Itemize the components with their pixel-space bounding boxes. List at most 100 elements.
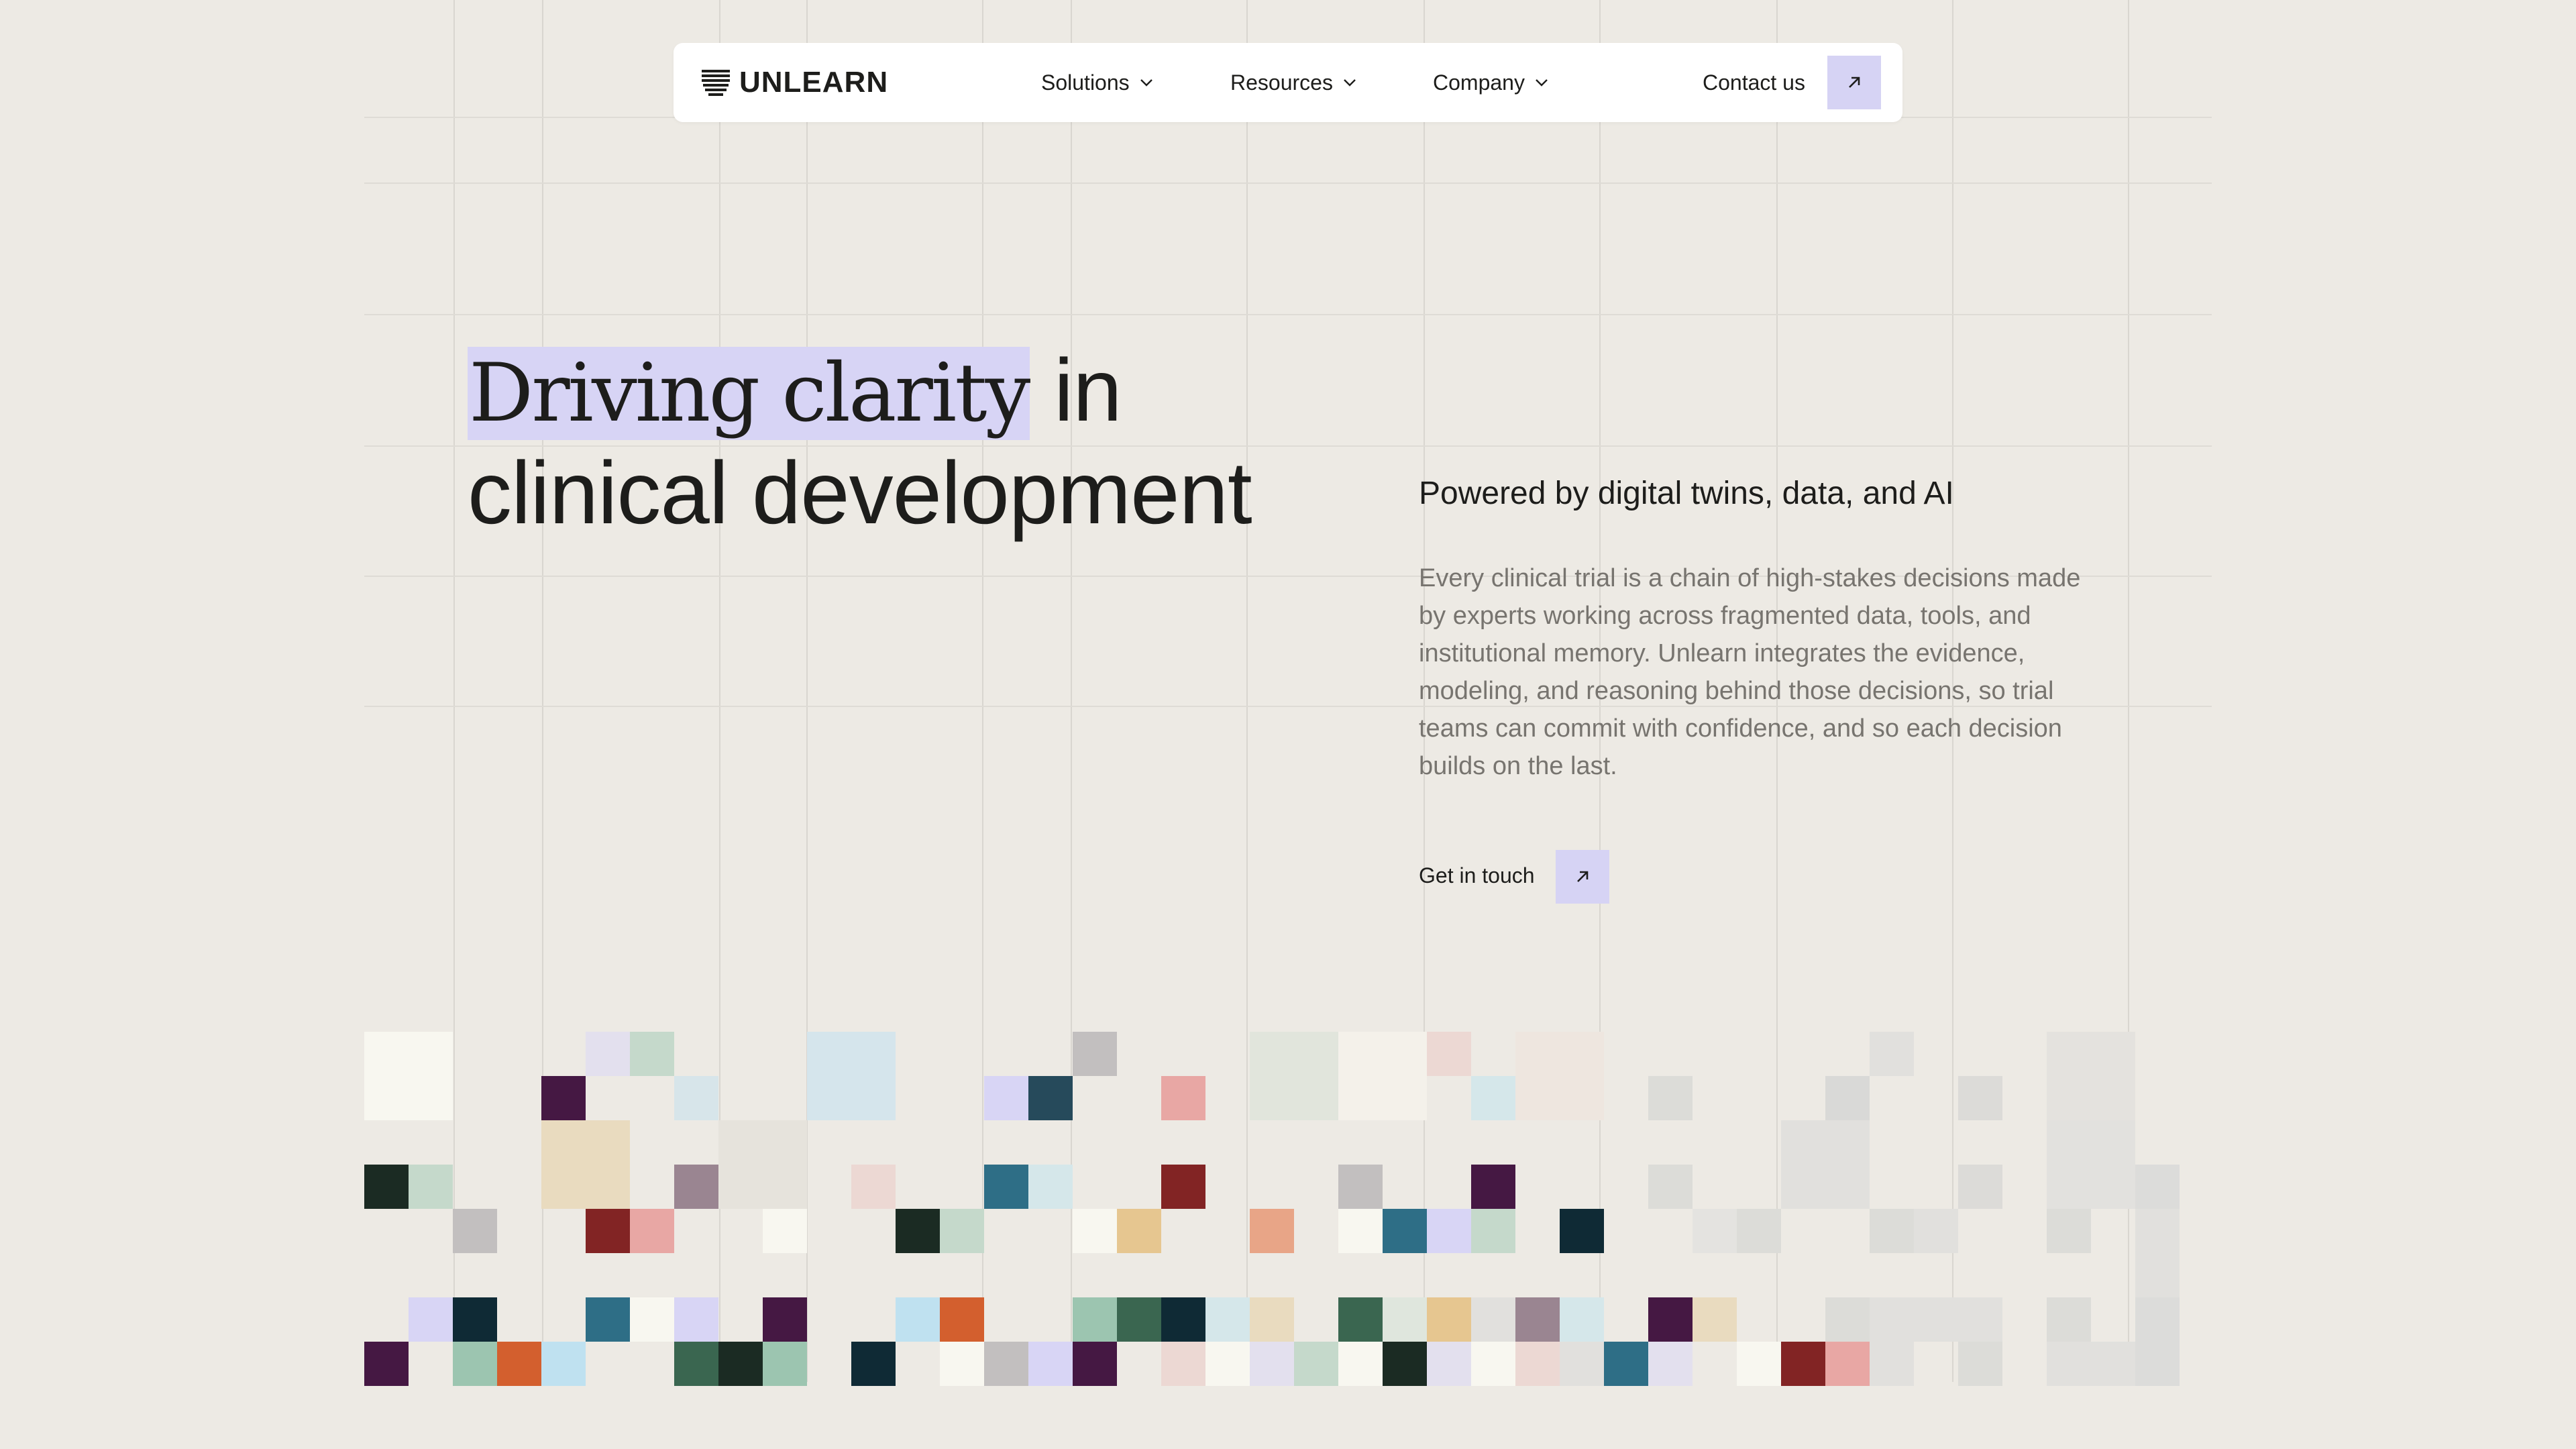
mosaic-tile [409, 1297, 453, 1342]
mosaic-tile [1870, 1342, 1914, 1386]
mosaic-tile [1338, 1165, 1383, 1209]
mosaic-tile [586, 1209, 630, 1253]
nav-item-company[interactable]: Company [1433, 67, 1549, 98]
nav-item-label: Solutions [1041, 70, 1130, 95]
mosaic-tile [1338, 1297, 1383, 1342]
arrow-up-right-icon [1849, 76, 1860, 88]
arrow-up-right-icon [1577, 871, 1589, 882]
mosaic-tile [1958, 1165, 2002, 1209]
top-navigation: UNLEARN Solutions Resources Company Cont… [674, 43, 1902, 122]
mosaic-tile [896, 1297, 940, 1342]
mosaic-tile [718, 1342, 763, 1386]
mosaic-tile [1781, 1342, 1825, 1386]
mosaic-tile [763, 1342, 807, 1386]
mosaic-tile [1471, 1165, 1515, 1209]
mosaic-tile [718, 1120, 807, 1209]
mosaic-tile [1073, 1342, 1117, 1386]
mosaic-tile [1560, 1342, 1604, 1386]
mosaic-tile [1161, 1342, 1205, 1386]
hero-title-line1-rest: in [1030, 341, 1122, 439]
nav-item-label: Resources [1230, 70, 1333, 95]
mosaic-tile [1338, 1209, 1383, 1253]
mosaic-tile [453, 1342, 497, 1386]
mosaic-tile [1383, 1342, 1427, 1386]
mosaic-tile [1958, 1342, 2002, 1386]
mosaic-tile [1515, 1297, 1560, 1342]
mosaic-tile [1338, 1342, 1383, 1386]
hero-subtitle: Powered by digital twins, data, and AI [1419, 476, 1954, 511]
mosaic-tile [2047, 1297, 2091, 1342]
mosaic-tile [896, 1209, 940, 1253]
mosaic-tile [1870, 1209, 1914, 1253]
chevron-down-icon [1344, 79, 1356, 87]
mosaic-tile [1073, 1209, 1117, 1253]
mosaic-tile [586, 1297, 630, 1342]
mosaic-tile [940, 1297, 984, 1342]
mosaic-tile [763, 1297, 807, 1342]
mosaic-tile [674, 1076, 718, 1120]
mosaic-tile [586, 1032, 630, 1076]
mosaic-tile [630, 1209, 674, 1253]
mosaic-tile [1693, 1297, 1737, 1342]
nav-item-label: Company [1433, 70, 1525, 95]
mosaic-tile [2135, 1209, 2180, 1297]
get-in-touch-button[interactable] [1556, 850, 1609, 904]
mosaic-tile [1073, 1032, 1117, 1076]
mosaic-tile [630, 1032, 674, 1076]
mosaic-tile [1914, 1209, 1958, 1253]
mosaic-tile [1250, 1209, 1294, 1253]
brand-logo[interactable]: UNLEARN [700, 67, 888, 98]
mosaic-tile [1471, 1297, 1515, 1342]
mosaic-tile [1028, 1165, 1073, 1209]
chevron-down-icon [1536, 79, 1548, 87]
mosaic-tile [1648, 1342, 1693, 1386]
mosaic-tile [1205, 1342, 1250, 1386]
mosaic-tile [1117, 1297, 1161, 1342]
mosaic-tile [1870, 1297, 1914, 1342]
mosaic-tile [1648, 1297, 1693, 1342]
get-in-touch-link[interactable]: Get in touch [1419, 860, 1535, 891]
mosaic-tile [1161, 1076, 1205, 1120]
mosaic-tile [1383, 1297, 1427, 1342]
mosaic-tile [541, 1120, 630, 1209]
mosaic-tile [541, 1342, 586, 1386]
mosaic-tile [1427, 1342, 1471, 1386]
chevron-down-icon [1140, 79, 1152, 87]
mosaic-tile [1294, 1342, 1338, 1386]
nav-item-resources[interactable]: Resources [1230, 67, 1357, 98]
mosaic-tile [1693, 1209, 1737, 1253]
mosaic-tile [1781, 1120, 1870, 1209]
mosaic-tile [453, 1209, 497, 1253]
mosaic-tile [1870, 1032, 1914, 1076]
mosaic-tile [1028, 1342, 1073, 1386]
contact-us-button[interactable] [1827, 56, 1881, 109]
mosaic-tile [2047, 1209, 2091, 1253]
hero-title: Driving clarity in clinical development [468, 341, 1407, 543]
mosaic-tile [1161, 1165, 1205, 1209]
mosaic-tile [1427, 1209, 1471, 1253]
mosaic-tile [541, 1076, 586, 1120]
brand-name: UNLEARN [739, 66, 889, 99]
contact-us-link[interactable]: Contact us [1703, 67, 1805, 98]
mosaic-tile [1648, 1165, 1693, 1209]
mosaic-tile [2135, 1165, 2180, 1209]
mosaic-tile [984, 1342, 1028, 1386]
mosaic-tile [1515, 1032, 1604, 1120]
mosaic-tile [1205, 1297, 1250, 1342]
mosaic-tile [630, 1297, 674, 1342]
grid-line [364, 182, 2212, 184]
mosaic-tile [1161, 1297, 1205, 1342]
mosaic-tile [364, 1165, 409, 1209]
mosaic-tile [1383, 1209, 1427, 1253]
mosaic-tile [1737, 1209, 1781, 1253]
mosaic-tile [674, 1297, 718, 1342]
mosaic-tile [1338, 1032, 1427, 1120]
mosaic-tile [453, 1297, 497, 1342]
mosaic-tile [940, 1209, 984, 1253]
nav-item-solutions[interactable]: Solutions [1041, 67, 1154, 98]
mosaic-tile [1250, 1342, 1294, 1386]
hero-description: Every clinical trial is a chain of high-… [1419, 564, 2081, 780]
mosaic-tile [1825, 1297, 1870, 1342]
hero-title-highlight: Driving clarity [468, 347, 1030, 440]
mosaic-tile [851, 1165, 896, 1209]
